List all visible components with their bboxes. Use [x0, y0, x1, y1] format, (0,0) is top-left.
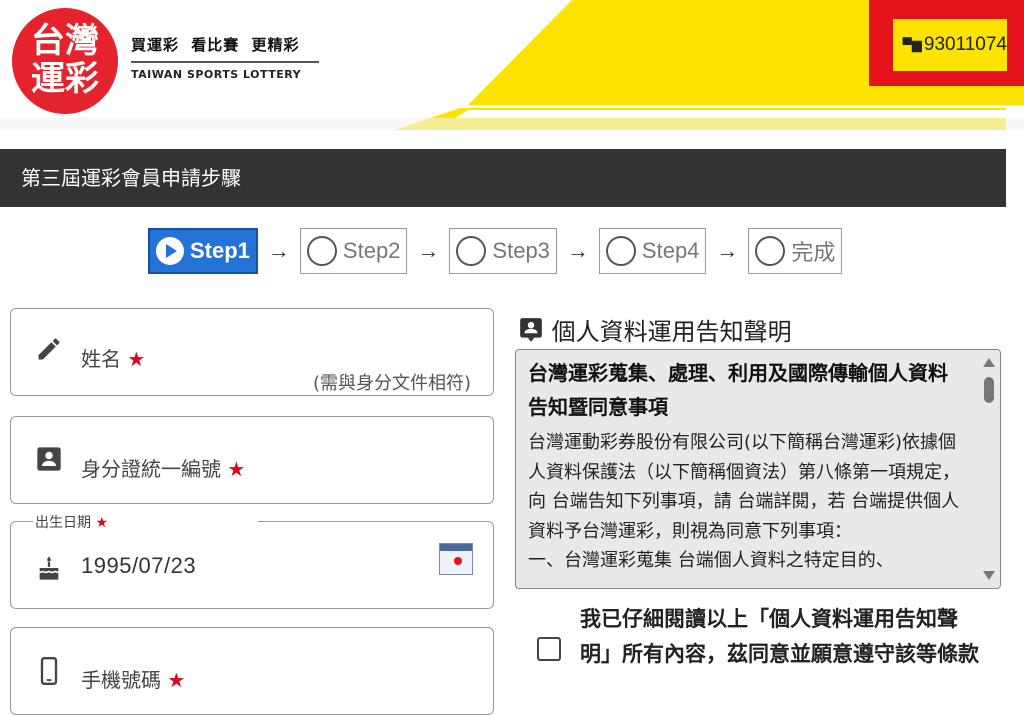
notice-heading: 台灣運彩蒐集、處理、利用及國際傳輸個人資料告知暨同意事項	[528, 361, 948, 419]
mobile-phone-icon	[35, 656, 63, 693]
site-logo[interactable]: 台灣 運彩	[12, 8, 118, 114]
circle-icon	[306, 236, 337, 266]
step-arrow: →	[417, 238, 440, 263]
step-4[interactable]: Step4	[598, 228, 707, 274]
step-3[interactable]: Step3	[449, 228, 557, 274]
logo-text-line1: 台灣	[31, 21, 99, 61]
member-id-text: 93011074	[923, 34, 1007, 55]
circle-icon	[605, 236, 636, 266]
notice-body: 台灣運動彩券股份有限公司(以下簡稱台灣運彩)依據個人資料保護法（以下簡稱個資法）…	[528, 432, 960, 542]
required-star: ★	[127, 347, 146, 371]
pencil-icon	[35, 335, 63, 370]
notice-scroll-box[interactable]: 台灣運彩蒐集、處理、利用及國際傳輸個人資料告知暨同意事項 台灣運動彩券股份有限公…	[515, 349, 1001, 589]
step-label: 完成	[791, 240, 836, 265]
mobile-label-text: 手機號碼	[81, 668, 161, 692]
step-2[interactable]: Step2	[299, 228, 408, 274]
notice-content: 台灣運彩蒐集、處理、利用及國際傳輸個人資料告知暨同意事項 台灣運動彩券股份有限公…	[528, 356, 960, 576]
name-label: 姓名 ★	[81, 343, 145, 372]
name-hint: (需與身分文件相符)	[312, 373, 471, 394]
step-indicator: Step1 → Step2 → Step3 → Step4 → 完成	[148, 228, 843, 274]
id-number-field[interactable]: 身分證統一編號 ★	[10, 416, 494, 504]
step-arrow: →	[267, 238, 290, 263]
notice-body-continued: 一、台灣運彩蒐集 台端個人資料之特定目的、	[528, 550, 894, 571]
scroll-thumb[interactable]	[984, 377, 994, 403]
logo-text-line2: 運彩	[31, 59, 99, 99]
store-icon: ▀▆	[902, 37, 922, 52]
mobile-field[interactable]: 手機號碼 ★	[10, 627, 494, 715]
agree-checkbox[interactable]	[537, 637, 561, 661]
step-label: Step1	[190, 238, 250, 263]
notice-scrollbar[interactable]	[978, 350, 1000, 588]
play-circle-icon	[156, 237, 184, 265]
contact-card-icon	[518, 318, 552, 346]
birthday-legend: 出生日期 ★	[33, 512, 259, 532]
cake-icon	[35, 554, 63, 589]
id-number-label-text: 身分證統一編號	[81, 457, 221, 481]
calendar-icon[interactable]	[439, 543, 473, 575]
page-title: 第三屆運彩會員申請步驟	[0, 149, 1006, 207]
step-label: Step4	[641, 238, 700, 263]
scroll-up-arrow-icon[interactable]	[983, 358, 995, 367]
step-arrow: →	[716, 238, 739, 263]
id-card-icon	[35, 445, 63, 480]
name-label-text: 姓名	[81, 347, 121, 371]
member-id-badge[interactable]: ▀▆ 93011074	[893, 19, 1007, 71]
brand-tagline: 買運彩 看比賽 更精彩 TAIWAN SPORTS LOTTERY	[131, 34, 319, 81]
tagline-divider	[131, 61, 319, 63]
birthday-value: 1995/07/23	[81, 553, 197, 578]
agree-label[interactable]: 我已仔細閱讀以上「個人資料運用告知聲明」所有內容，茲同意並願意遵守該等條款	[580, 602, 980, 672]
tagline-english: TAIWAN SPORTS LOTTERY	[131, 68, 302, 81]
notice-title-text: 個人資料運用告知聲明	[551, 318, 792, 346]
step-complete[interactable]: 完成	[748, 228, 843, 274]
required-star: ★	[95, 515, 109, 531]
notice-title: 個人資料運用告知聲明	[518, 312, 792, 347]
birthday-legend-text: 出生日期	[35, 515, 91, 531]
step-arrow: →	[566, 238, 589, 263]
circle-icon	[456, 236, 487, 266]
tagline-chinese: 買運彩 看比賽 更精彩	[131, 36, 300, 54]
birthday-field[interactable]: 出生日期 ★ 1995/07/23	[10, 512, 494, 609]
required-star: ★	[167, 668, 186, 692]
scroll-down-arrow-icon[interactable]	[983, 571, 995, 580]
step-label: Step3	[492, 238, 550, 263]
name-field[interactable]: 姓名 ★ (需與身分文件相符)	[10, 308, 494, 396]
mobile-label: 手機號碼 ★	[81, 664, 185, 693]
step-1[interactable]: Step1	[148, 228, 258, 274]
required-star: ★	[227, 457, 246, 481]
step-label: Step2	[342, 238, 401, 263]
id-number-label: 身分證統一編號 ★	[81, 453, 245, 482]
circle-icon	[755, 236, 786, 266]
